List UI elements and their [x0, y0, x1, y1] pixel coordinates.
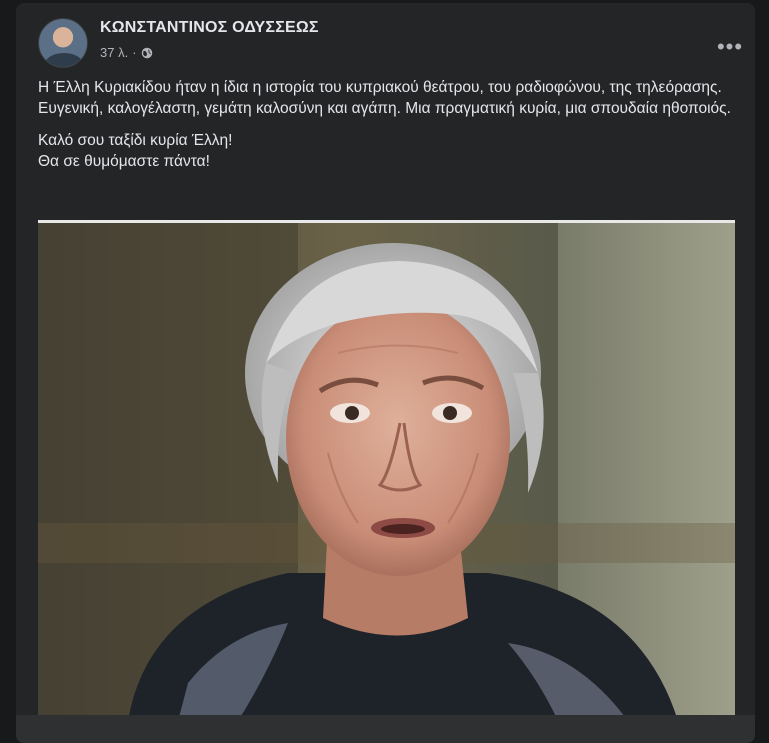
portrait-image [38, 223, 735, 721]
post-paragraph-1: Η Έλλη Κυριακίδου ήταν η ίδια η ιστορία … [38, 79, 731, 117]
post-photo[interactable] [38, 220, 735, 721]
meta-separator: · [132, 45, 137, 60]
post-body: Η Έλλη Κυριακίδου ήταν η ίδια η ιστορία … [38, 77, 738, 183]
avatar-shoulders [45, 53, 83, 67]
more-options-icon[interactable]: ••• [712, 29, 748, 65]
author-avatar[interactable] [38, 18, 88, 68]
author-name[interactable]: ΚΩΝΣΤΑΝΤΙΝΟΣ ΟΔΥΣΣΕΩΣ [100, 19, 319, 37]
post-meta: 37 λ. · [100, 45, 153, 60]
post-paragraph-2-line-2: Θα σε θυμόμαστε πάντα! [38, 153, 210, 170]
post-footer-strip [16, 715, 755, 743]
post-paragraph-2: Καλό σου ταξίδι κυρία Έλλη! Θα σε θυμόμα… [38, 130, 738, 172]
post-card: ΚΩΝΣΤΑΝΤΙΝΟΣ ΟΔΥΣΣΕΩΣ 37 λ. · ••• Η Έλλη… [16, 3, 755, 743]
post-timestamp[interactable]: 37 λ. [100, 45, 128, 60]
post-header: ΚΩΝΣΤΑΝΤΙΝΟΣ ΟΔΥΣΣΕΩΣ 37 λ. · ••• [38, 15, 742, 71]
globe-icon[interactable] [141, 47, 153, 59]
post-paragraph-2-line-1: Καλό σου ταξίδι κυρία Έλλη! [38, 132, 233, 149]
